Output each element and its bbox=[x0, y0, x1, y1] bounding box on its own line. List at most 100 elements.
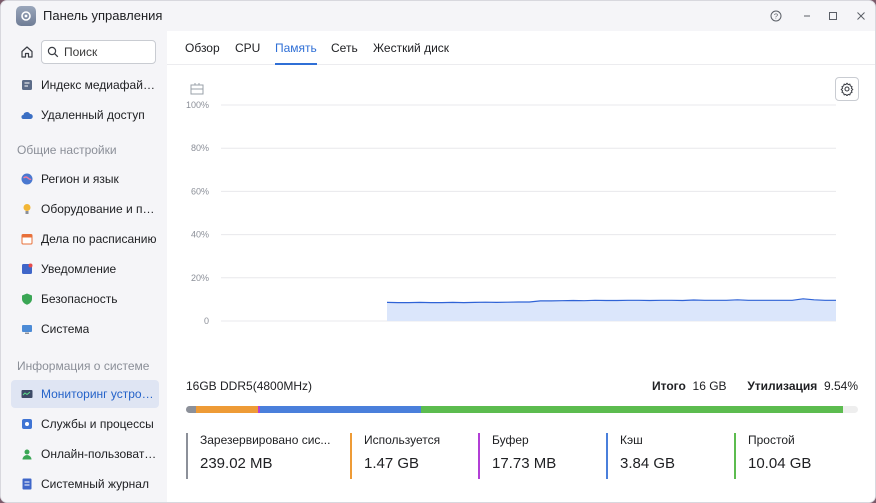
search-input[interactable] bbox=[64, 45, 144, 59]
sidebar-item-label: Безопасность bbox=[41, 292, 118, 306]
sidebar-item[interactable]: Дела по расписанию bbox=[11, 225, 159, 253]
memory-stat: Зарезервировано сис... 239.02 MB bbox=[186, 433, 330, 479]
memory-stat-name: Кэш bbox=[620, 433, 643, 447]
minimize-button[interactable] bbox=[798, 7, 816, 25]
memory-stat: Кэш 3.84 GB bbox=[606, 433, 675, 479]
users-icon bbox=[20, 447, 34, 461]
sidebar-item[interactable]: Службы и процессы bbox=[11, 410, 159, 438]
sidebar-item[interactable]: Безопасность bbox=[11, 285, 159, 313]
memory-stat-value: 1.47 GB bbox=[364, 455, 420, 472]
tab-item[interactable]: Жесткий диск bbox=[373, 41, 449, 63]
sidebar-item[interactable]: Система bbox=[11, 315, 159, 343]
usage-bar-segment bbox=[420, 406, 843, 413]
y-tick-label: 80% bbox=[191, 143, 209, 153]
sidebar-item[interactable]: Индекс медиафайлов bbox=[11, 71, 159, 99]
services-icon bbox=[20, 417, 34, 431]
sidebar-item-label: Система bbox=[41, 322, 90, 336]
y-tick-label: 100% bbox=[186, 100, 209, 110]
sidebar-item[interactable]: Оборудование и пит... bbox=[11, 195, 159, 223]
memory-utilization: Утилизация 9.54% bbox=[747, 379, 858, 393]
tab-item[interactable]: Память bbox=[275, 41, 317, 65]
total-label: Итого bbox=[652, 379, 686, 393]
memory-info-row: 16GB DDR5(4800MHz) Итого 16 GB Утилизаци… bbox=[186, 379, 858, 395]
search-box bbox=[41, 40, 156, 64]
sidebar-item-label: Индекс медиафайлов bbox=[41, 78, 159, 92]
home-icon bbox=[21, 46, 33, 58]
sidebar-item-label: Уведомление bbox=[41, 262, 117, 276]
sidebar: Индекс медиафайлов Удаленный доступ Общие… bbox=[1, 31, 167, 502]
memory-stat-name: Используется bbox=[364, 433, 441, 447]
globe-icon bbox=[20, 172, 34, 186]
utilization-label: Утилизация bbox=[747, 379, 818, 393]
memory-total: Итого 16 GB bbox=[652, 379, 727, 393]
sidebar-item-label: Онлайн-пользователи bbox=[41, 447, 159, 461]
memory-usage-chart: 100% 80% 60% 40% 20% 0 bbox=[186, 100, 836, 326]
total-value: 16 GB bbox=[692, 379, 727, 393]
usage-bar-segment bbox=[195, 406, 258, 413]
y-tick-label: 20% bbox=[191, 273, 209, 283]
y-tick-label: 40% bbox=[191, 230, 209, 240]
section-header-system-info: Информация о системе bbox=[17, 359, 150, 373]
sidebar-item[interactable]: Онлайн-пользователи bbox=[11, 440, 159, 468]
y-tick-label: 60% bbox=[191, 186, 209, 196]
home-button[interactable] bbox=[17, 42, 37, 62]
y-tick-label: 0 bbox=[204, 316, 209, 326]
shield-icon bbox=[20, 292, 34, 306]
usage-bar-segment bbox=[186, 406, 196, 413]
sidebar-item[interactable]: Мониторинг устройс... bbox=[11, 380, 159, 408]
memory-stat-value: 3.84 GB bbox=[620, 455, 676, 472]
memory-type: 16GB DDR5(4800MHz) bbox=[186, 379, 313, 393]
tab-item[interactable]: CPU bbox=[235, 41, 260, 63]
memory-stat-name: Простой bbox=[748, 433, 795, 447]
monitor-icon bbox=[20, 387, 34, 401]
maximize-button[interactable] bbox=[824, 7, 842, 25]
system-icon bbox=[20, 322, 34, 336]
sidebar-item[interactable]: Удаленный доступ bbox=[11, 101, 159, 129]
sidebar-item-label: Оборудование и пит... bbox=[41, 202, 159, 216]
minimize-icon bbox=[804, 15, 810, 17]
svg-text:?: ? bbox=[774, 12, 778, 21]
memory-stat: Буфер 17.73 MB bbox=[478, 433, 556, 479]
memory-stat-name: Зарезервировано сис... bbox=[200, 433, 331, 447]
memory-stat-value: 17.73 MB bbox=[492, 455, 557, 472]
sidebar-item-label: Мониторинг устройс... bbox=[41, 387, 159, 401]
memory-stat-value: 239.02 MB bbox=[200, 455, 273, 472]
calendar-icon bbox=[20, 232, 34, 246]
main-content: Обзор CPU Память Сеть Жесткий диск 100% 80% 60… bbox=[167, 31, 875, 502]
memory-stat-value: 10.04 GB bbox=[748, 455, 812, 472]
window-title: Панель управления bbox=[43, 8, 163, 23]
tab-item[interactable]: Обзор bbox=[185, 41, 220, 63]
tab-item[interactable]: Сеть bbox=[331, 41, 358, 63]
memory-breakdown: Зарезервировано сис... 239.02 MB Используе… bbox=[186, 433, 858, 479]
sidebar-item-label: Дела по расписанию bbox=[41, 232, 157, 246]
sidebar-item[interactable]: Регион и язык bbox=[11, 165, 159, 193]
utilization-value: 9.54% bbox=[823, 379, 858, 393]
log-icon bbox=[20, 477, 34, 491]
usage-bar-segment bbox=[259, 406, 421, 413]
memory-stat: Простой 10.04 GB bbox=[734, 433, 811, 479]
bulb-icon bbox=[20, 202, 34, 216]
help-icon: ? bbox=[770, 10, 782, 22]
sidebar-item-label: Регион и язык bbox=[41, 172, 119, 186]
title-bar: Панель управления ? bbox=[1, 1, 875, 31]
help-button[interactable]: ? bbox=[767, 7, 785, 25]
memory-stat-name: Буфер bbox=[492, 433, 529, 447]
notification-icon bbox=[20, 262, 34, 276]
sidebar-item[interactable]: Уведомление bbox=[11, 255, 159, 283]
section-header-general: Общие настройки bbox=[17, 143, 117, 157]
close-button[interactable] bbox=[852, 7, 870, 25]
sidebar-item[interactable]: Системный журнал bbox=[11, 470, 159, 498]
sidebar-item-label: Системный журнал bbox=[41, 477, 149, 491]
sidebar-item-label: Службы и процессы bbox=[41, 417, 154, 431]
control-panel-app-icon bbox=[16, 6, 36, 26]
sidebar-item-label: Удаленный доступ bbox=[41, 108, 145, 122]
close-icon bbox=[857, 12, 865, 20]
cloud-icon bbox=[20, 108, 34, 122]
memory-stat: Используется 1.47 GB bbox=[350, 433, 440, 479]
memory-chart-panel: 100% 80% 60% 40% 20% 0 bbox=[167, 75, 875, 375]
media-index-icon bbox=[20, 78, 34, 92]
maximize-icon bbox=[829, 12, 837, 20]
control-panel-window: Панель управления ? Индекс медиафайлов Уд… bbox=[0, 0, 876, 503]
tab-bar: Обзор CPU Память Сеть Жесткий диск bbox=[167, 31, 875, 65]
search-icon bbox=[47, 46, 59, 58]
